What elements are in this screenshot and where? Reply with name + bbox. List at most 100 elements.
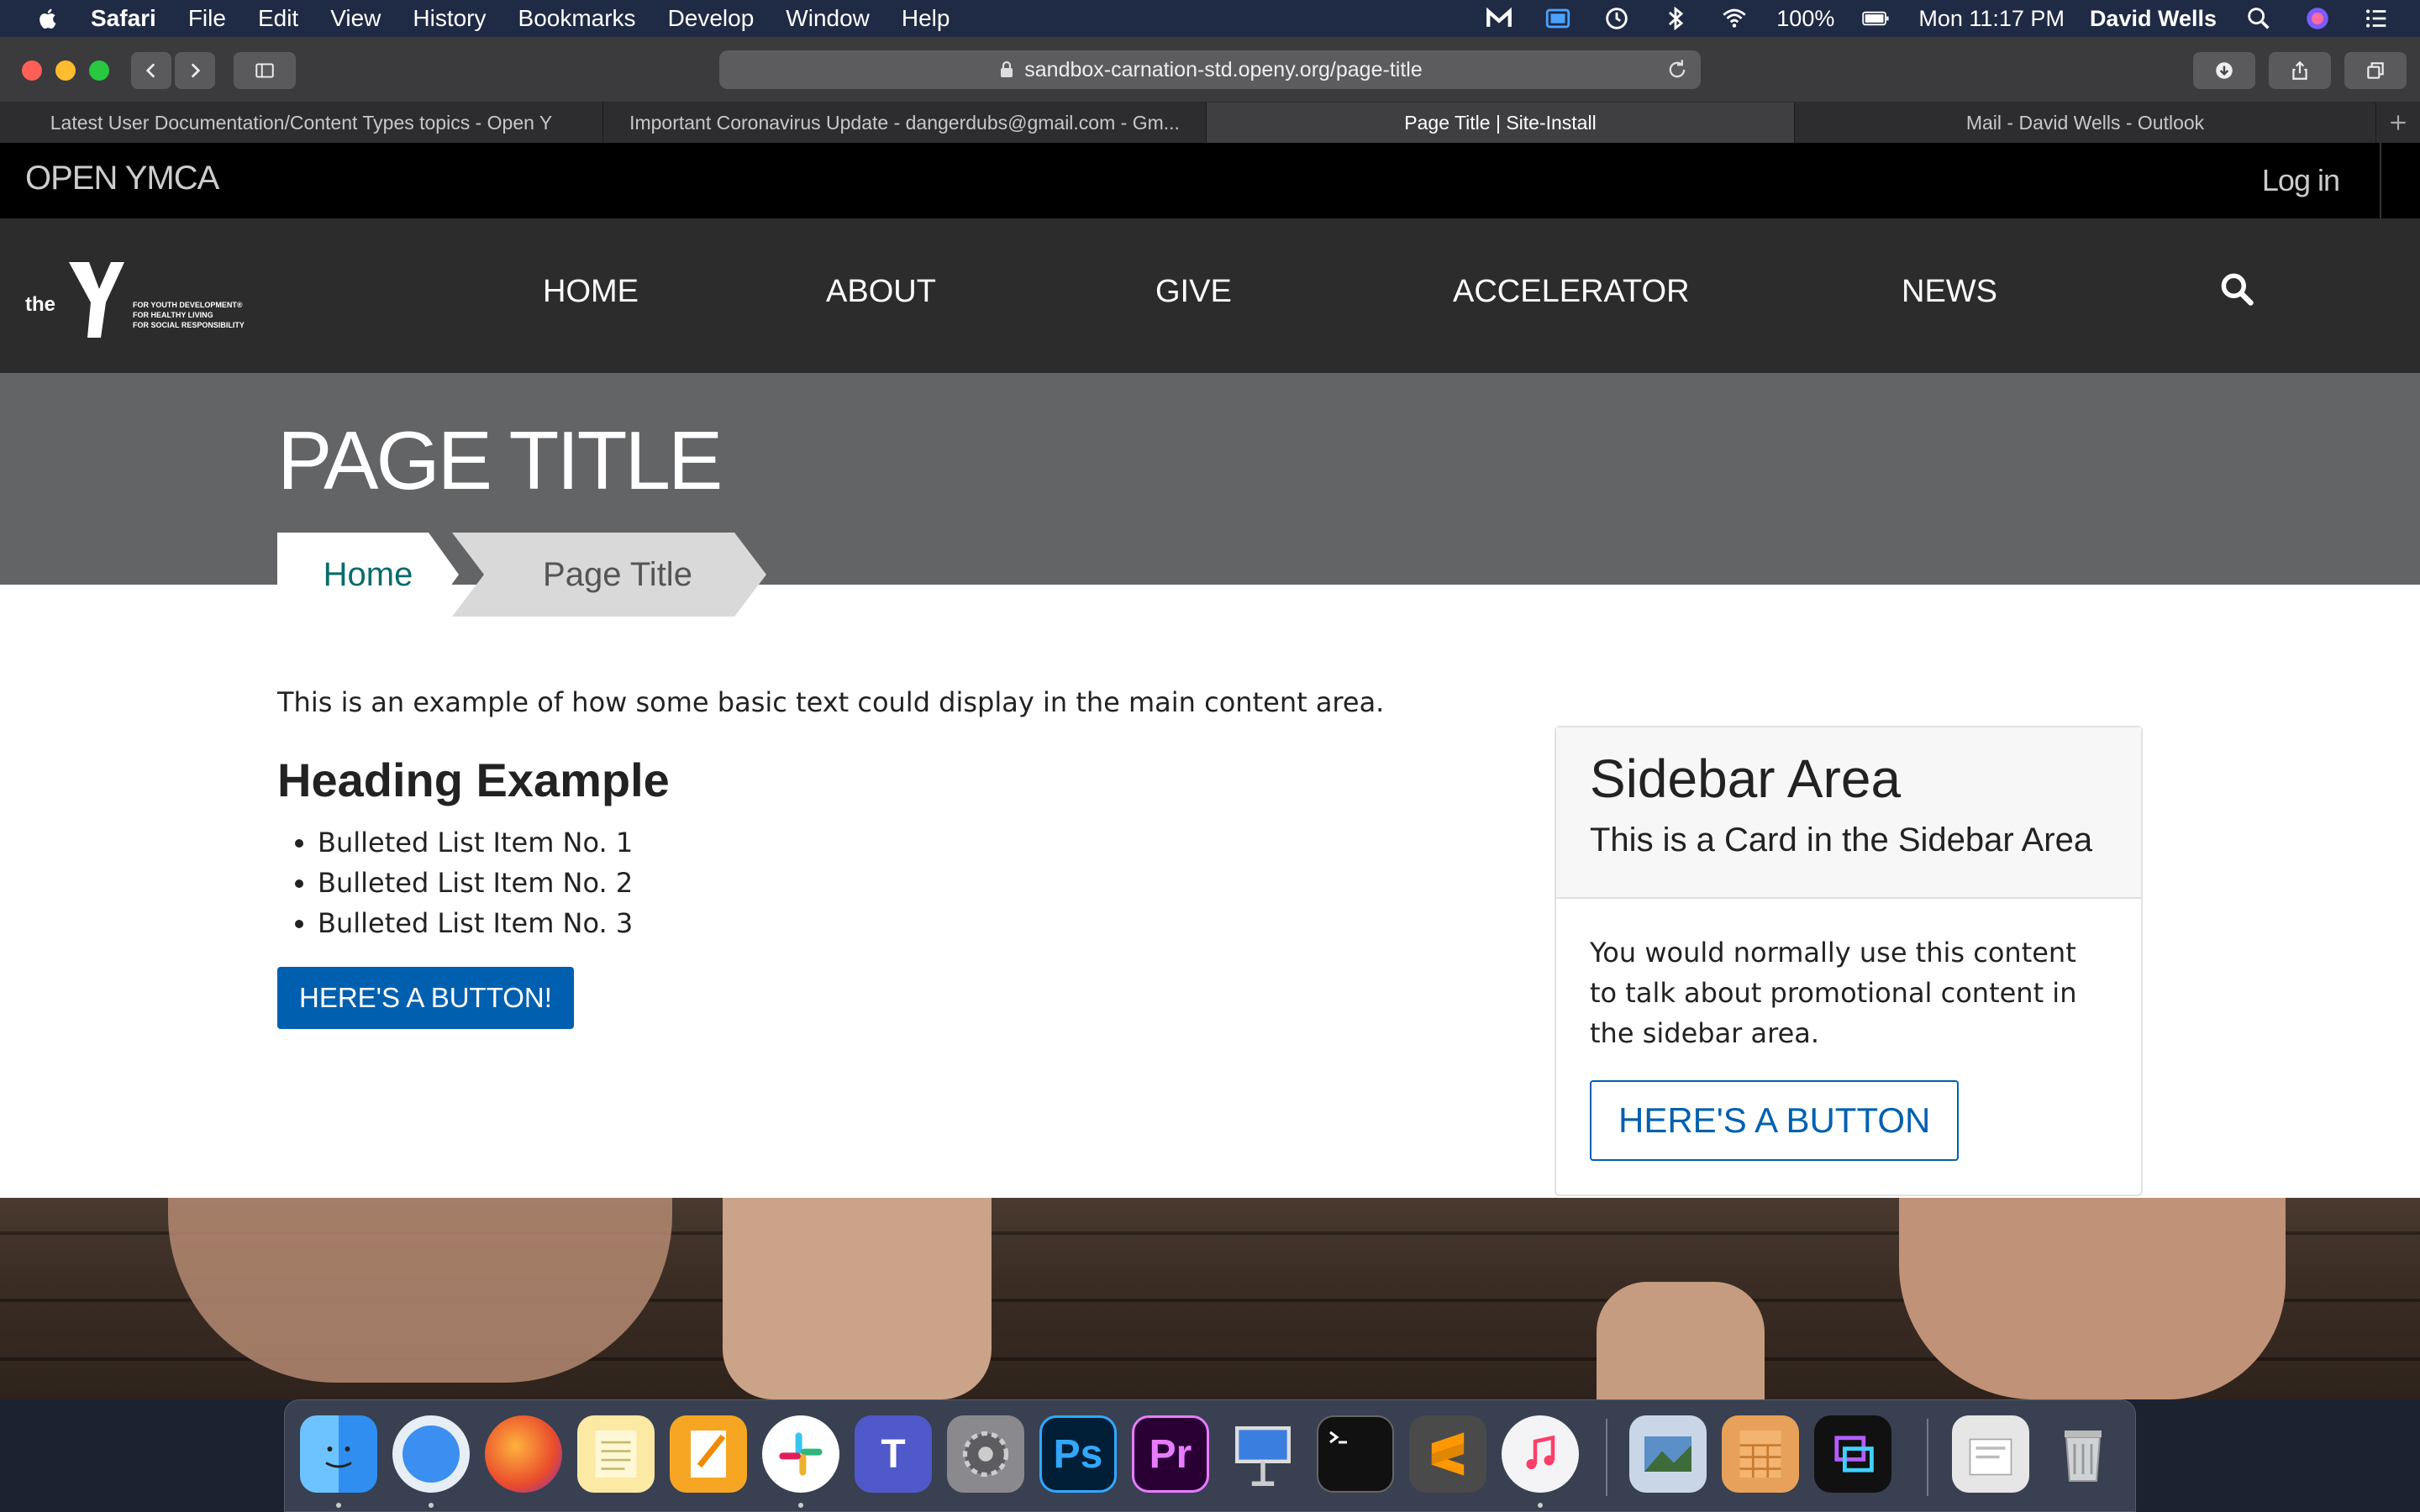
tabs-icon bbox=[2367, 62, 2384, 79]
notification-center-icon[interactable] bbox=[2360, 3, 2393, 34]
finder-icon[interactable] bbox=[300, 1415, 377, 1493]
menu-help[interactable]: Help bbox=[902, 5, 950, 32]
plus-icon bbox=[2391, 115, 2406, 130]
sidebar-outline-button[interactable]: HERE'S A BUTTON bbox=[1590, 1080, 1960, 1161]
window-close-button[interactable] bbox=[22, 60, 42, 81]
menu-develop[interactable]: Develop bbox=[668, 5, 755, 32]
notes-icon[interactable] bbox=[577, 1415, 655, 1493]
wifi-icon[interactable] bbox=[1718, 3, 1751, 34]
menu-app-name[interactable]: Safari bbox=[91, 5, 156, 32]
reload-icon[interactable] bbox=[1665, 58, 1689, 81]
spotlight-search-icon[interactable] bbox=[2242, 3, 2275, 34]
content-heading: Heading Example bbox=[277, 753, 670, 806]
ymca-logo[interactable]: the FOR YOUTH DEVELOPMENT® FOR HEALTHY L… bbox=[24, 259, 247, 339]
bulleted-list: Bulleted List Item No. 1 Bulleted List I… bbox=[318, 822, 1504, 943]
tab-overview-button[interactable] bbox=[2344, 52, 2407, 89]
nav-about[interactable]: ABOUT bbox=[826, 274, 936, 310]
menu-edit[interactable]: Edit bbox=[258, 5, 298, 32]
sidebar-card-body: You would normally use this content to t… bbox=[1556, 899, 2141, 1194]
trash-icon[interactable] bbox=[2044, 1415, 2122, 1493]
menu-file[interactable]: File bbox=[188, 5, 226, 32]
itunes-icon[interactable] bbox=[1502, 1415, 1579, 1493]
nav-accelerator[interactable]: ACCELERATOR bbox=[1453, 274, 1690, 310]
screen-capture-icon[interactable] bbox=[1814, 1415, 1891, 1493]
site-search-icon[interactable] bbox=[2218, 270, 2255, 307]
terminal-icon[interactable] bbox=[1317, 1415, 1394, 1493]
download-icon bbox=[2216, 62, 2233, 79]
login-link[interactable]: Log in bbox=[2262, 163, 2340, 198]
page-header-banner: PAGE TITLE Home Page Title bbox=[0, 373, 2420, 617]
web-page: OPEN YMCA Log in the FOR YOUTH DEVELOPME… bbox=[0, 143, 2420, 1399]
sidebar-toggle-button[interactable] bbox=[234, 52, 296, 89]
firefox-icon[interactable] bbox=[485, 1415, 562, 1493]
menu-view[interactable]: View bbox=[330, 5, 381, 32]
menu-user[interactable]: David Wells bbox=[2090, 6, 2217, 32]
chevron-right-icon bbox=[191, 63, 201, 78]
photoshop-icon[interactable]: Ps bbox=[1039, 1415, 1117, 1493]
tab-page-title[interactable]: Page Title | Site-Install bbox=[1207, 102, 1795, 143]
logo-tagline-1: FOR YOUTH DEVELOPMENT® bbox=[133, 301, 243, 309]
slack-icon[interactable] bbox=[762, 1415, 839, 1493]
siri-icon[interactable] bbox=[2301, 3, 2334, 34]
logo-tagline-2: FOR HEALTHY LIVING bbox=[133, 311, 213, 319]
list-item: Bulleted List Item No. 2 bbox=[318, 863, 1504, 903]
tab-documentation[interactable]: Latest User Documentation/Content Types … bbox=[0, 102, 603, 143]
system-preferences-icon[interactable] bbox=[947, 1415, 1024, 1493]
nav-home[interactable]: HOME bbox=[543, 274, 639, 310]
m-app-icon[interactable] bbox=[1482, 3, 1516, 34]
preview-icon[interactable] bbox=[1629, 1415, 1707, 1493]
back-button[interactable] bbox=[131, 52, 171, 89]
battery-icon[interactable] bbox=[1860, 3, 1893, 34]
forward-button[interactable] bbox=[175, 52, 215, 89]
pages-icon[interactable] bbox=[670, 1415, 747, 1493]
time-machine-icon[interactable] bbox=[1600, 3, 1634, 34]
menu-history[interactable]: History bbox=[413, 5, 486, 32]
new-tab-button[interactable] bbox=[2376, 102, 2420, 143]
chevron-left-icon bbox=[145, 63, 155, 78]
window-minimize-button[interactable] bbox=[55, 60, 76, 81]
primary-button[interactable]: HERE'S A BUTTON! bbox=[277, 967, 574, 1029]
menu-clock[interactable]: Mon 11:17 PM bbox=[1918, 6, 2065, 32]
menu-bookmarks[interactable]: Bookmarks bbox=[518, 5, 636, 32]
macos-menu-bar: Safari File Edit View History Bookmarks … bbox=[0, 0, 2420, 37]
safari-window: sandbox-carnation-std.openy.org/page-tit… bbox=[0, 37, 2420, 1399]
sidebar-icon bbox=[255, 63, 274, 78]
main-navigation: the FOR YOUTH DEVELOPMENT® FOR HEALTHY L… bbox=[0, 218, 2420, 373]
nav-give[interactable]: GIVE bbox=[1155, 274, 1232, 310]
intro-paragraph: This is an example of how some basic tex… bbox=[277, 686, 1385, 718]
premiere-icon[interactable]: Pr bbox=[1132, 1415, 1209, 1493]
menu-window[interactable]: Window bbox=[786, 5, 870, 32]
browser-toolbar: sandbox-carnation-std.openy.org/page-tit… bbox=[0, 37, 2420, 102]
safari-icon[interactable] bbox=[392, 1415, 470, 1493]
logo-the-text: the bbox=[25, 293, 55, 316]
address-bar[interactable]: sandbox-carnation-std.openy.org/page-tit… bbox=[719, 50, 1701, 89]
window-zoom-button[interactable] bbox=[89, 60, 109, 81]
macos-dock: T Ps Pr bbox=[284, 1399, 2136, 1512]
ymca-logo-icon: the FOR YOUTH DEVELOPMENT® FOR HEALTHY L… bbox=[25, 262, 245, 338]
tab-outlook[interactable]: Mail - David Wells - Outlook bbox=[1795, 102, 2376, 143]
share-button[interactable] bbox=[2269, 52, 2331, 89]
sidebar-subtitle: This is a Card in the Sidebar Area bbox=[1590, 822, 2093, 858]
sublime-text-icon[interactable] bbox=[1409, 1415, 1486, 1493]
apple-menu-icon[interactable] bbox=[30, 0, 67, 37]
nav-news[interactable]: NEWS bbox=[1902, 274, 1997, 310]
breadcrumb-home-link[interactable]: Home bbox=[277, 533, 459, 617]
documents-stack-icon[interactable] bbox=[1952, 1415, 2029, 1493]
teams-icon[interactable]: T bbox=[855, 1415, 932, 1493]
screen-icon[interactable] bbox=[1541, 3, 1575, 34]
bluetooth-icon[interactable] bbox=[1659, 3, 1692, 34]
sidebar-text: You would normally use this content to t… bbox=[1590, 937, 2077, 1049]
footer-hands-photo bbox=[0, 1198, 2420, 1399]
sidebar-title: Sidebar Area bbox=[1590, 748, 1902, 809]
calculator-icon[interactable] bbox=[1722, 1415, 1799, 1493]
url-text: sandbox-carnation-std.openy.org/page-tit… bbox=[1024, 57, 1423, 81]
share-icon bbox=[2292, 60, 2307, 80]
page-title: PAGE TITLE bbox=[277, 414, 723, 507]
logo-tagline-3: FOR SOCIAL RESPONSIBILITY bbox=[133, 321, 245, 329]
downloads-button[interactable] bbox=[2193, 52, 2255, 89]
list-item: Bulleted List Item No. 1 bbox=[318, 822, 1504, 863]
site-name-link[interactable]: OPEN YMCA bbox=[25, 160, 219, 197]
list-item: Bulleted List Item No. 3 bbox=[318, 903, 1504, 943]
keynote-icon[interactable] bbox=[1224, 1415, 1302, 1493]
tab-gmail[interactable]: Important Coronavirus Update - dangerdub… bbox=[603, 102, 1207, 143]
